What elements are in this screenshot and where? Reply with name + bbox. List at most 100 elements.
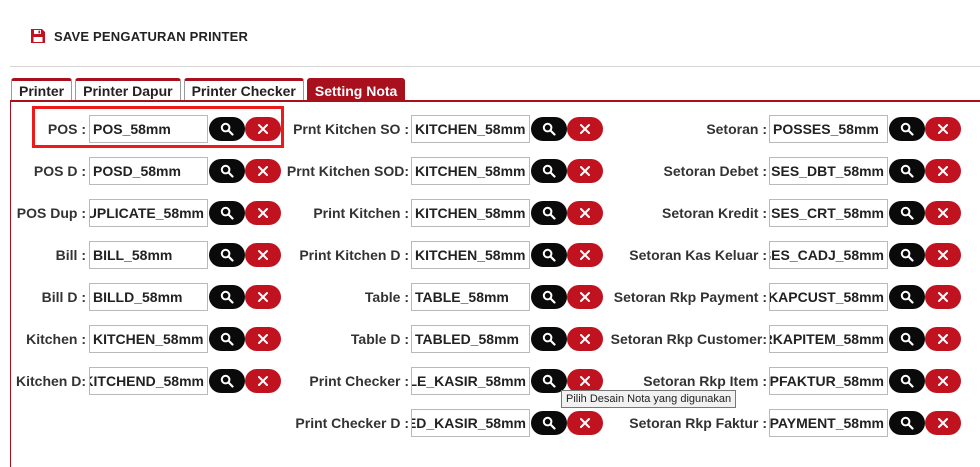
clear-button-bill-d[interactable] [245,285,281,309]
clear-button-kitchen[interactable] [245,327,281,351]
close-icon [579,249,591,261]
field-input-print-kitchen-d[interactable]: KITCHEN_58mm [411,241,530,269]
clear-button-table-d[interactable] [567,327,603,351]
clear-button-kitchen-d[interactable] [245,369,281,393]
field-label-setoran-debet: Setoran Debet : [663,163,767,179]
field-input-kitchen[interactable]: KITCHEN_58mm [89,325,208,353]
clear-button-prnt-kitchen-sod[interactable] [567,159,603,183]
search-icon [542,374,556,388]
clear-button-setoran-rkp-customer[interactable] [925,327,961,351]
search-icon [220,290,234,304]
search-button-setoran-kredit[interactable] [889,201,925,225]
search-button-print-kitchen[interactable] [531,201,567,225]
field-input-print-checker-d[interactable]: TABLED_KASIR_58mm [411,409,530,437]
field-input-print-checker[interactable]: TABLE_KASIR_58mm [411,367,530,395]
clear-button-prnt-kitchen-so[interactable] [567,117,603,141]
search-icon [900,164,914,178]
search-button-setoran[interactable] [889,117,925,141]
field-input-setoran-debet[interactable]: SES_DBT_58mm [769,157,888,185]
field-label-prnt-kitchen-so: Prnt Kitchen SO : [293,121,409,137]
search-button-print-kitchen-d[interactable] [531,243,567,267]
field-label-prnt-kitchen-sod: Prnt Kitchen SOD: [286,163,409,179]
search-button-table[interactable] [531,285,567,309]
clear-button-setoran-rkp-faktur[interactable] [925,411,961,435]
tab-printer[interactable]: Printer [11,78,73,101]
field-input-setoran[interactable]: POSSES_58mm [769,115,888,143]
search-icon [900,416,914,430]
field-input-setoran-kas-keluar[interactable]: SES_CADJ_58mm [769,241,888,269]
field-label-table: Table : [364,289,409,305]
search-icon [542,248,556,262]
clear-button-setoran[interactable] [925,117,961,141]
tab-printer-dapur[interactable]: Printer Dapur [75,78,181,101]
close-icon [579,417,591,429]
field-label-setoran-rkp-payment: Setoran Rkp Payment : [613,289,767,305]
field-input-setoran-kredit[interactable]: SES_CRT_58mm [769,199,888,227]
clear-button-setoran-rkp-item[interactable] [925,369,961,393]
clear-button-pos-dup[interactable] [245,201,281,225]
search-button-setoran-rkp-customer[interactable] [889,327,925,351]
field-label-setoran-kredit: Setoran Kredit : [661,205,767,221]
close-icon [257,375,269,387]
close-icon [937,123,949,135]
save-settings-button[interactable]: SAVE PENGATURAN PRINTER [30,24,248,48]
search-button-setoran-debet[interactable] [889,159,925,183]
field-input-bill[interactable]: BILL_58mm [89,241,208,269]
field-label-print-checker: Print Checker : [309,373,409,389]
save-button-label: SAVE PENGATURAN PRINTER [54,28,249,44]
clear-button-setoran-kredit[interactable] [925,201,961,225]
search-button-table-d[interactable] [531,327,567,351]
field-label-print-checker-d: Print Checker D : [295,415,409,431]
field-input-prnt-kitchen-so[interactable]: KITCHEN_58mm [411,115,530,143]
clear-button-print-kitchen[interactable] [567,201,603,225]
tab-setting-nota[interactable]: Setting Nota [306,78,406,101]
search-button-bill[interactable] [209,243,245,267]
close-icon [257,291,269,303]
field-label-kitchen-d: Kitchen D: [16,373,86,389]
field-input-print-kitchen[interactable]: KITCHEN_58mm [411,199,530,227]
clear-button-setoran-kas-keluar[interactable] [925,243,961,267]
field-input-setoran-rkp-faktur[interactable]: RKPAYMENT_58mm [769,409,888,437]
field-input-table[interactable]: TABLE_58mm [411,283,530,311]
search-icon [220,332,234,346]
field-label-print-kitchen-d: Print Kitchen D : [299,247,409,263]
tab-printer-checker[interactable]: Printer Checker [183,78,304,101]
field-input-prnt-kitchen-sod[interactable]: KITCHEN_58mm [411,157,530,185]
search-button-bill-d[interactable] [209,285,245,309]
field-input-setoran-rkp-item[interactable]: RKPFAKTUR_58mm [769,367,888,395]
search-button-setoran-kas-keluar[interactable] [889,243,925,267]
clear-button-bill[interactable] [245,243,281,267]
field-input-pos-dup[interactable]: DUPLICATE_58mm [89,199,208,227]
field-input-bill-d[interactable]: BILLD_58mm [89,283,208,311]
search-button-prnt-kitchen-sod[interactable] [531,159,567,183]
field-input-kitchen-d[interactable]: KITCHEND_58mm [89,367,208,395]
search-icon [900,248,914,262]
search-icon [900,122,914,136]
clear-button-table[interactable] [567,285,603,309]
field-input-setoran-rkp-customer[interactable]: RKAPITEM_58mm [769,325,888,353]
search-button-kitchen-d[interactable] [209,369,245,393]
field-input-setoran-rkp-payment[interactable]: RKAPCUST_58mm [769,283,888,311]
search-button-kitchen[interactable] [209,327,245,351]
clear-button-setoran-debet[interactable] [925,159,961,183]
field-input-pos-d[interactable]: POSD_58mm [89,157,208,185]
field-input-table-d[interactable]: TABLED_58mm [411,325,530,353]
search-button-print-checker-d[interactable] [531,411,567,435]
close-icon [937,333,949,345]
search-button-pos-dup[interactable] [209,201,245,225]
close-icon [937,375,949,387]
close-icon [937,165,949,177]
search-button-setoran-rkp-payment[interactable] [889,285,925,309]
close-icon [937,417,949,429]
search-icon [542,290,556,304]
search-button-setoran-rkp-faktur[interactable] [889,411,925,435]
search-button-setoran-rkp-item[interactable] [889,369,925,393]
search-button-prnt-kitchen-so[interactable] [531,117,567,141]
clear-button-print-checker-d[interactable] [567,411,603,435]
close-icon [579,165,591,177]
clear-button-pos-d[interactable] [245,159,281,183]
clear-button-setoran-rkp-payment[interactable] [925,285,961,309]
clear-button-print-kitchen-d[interactable] [567,243,603,267]
search-button-pos-d[interactable] [209,159,245,183]
search-icon [542,332,556,346]
